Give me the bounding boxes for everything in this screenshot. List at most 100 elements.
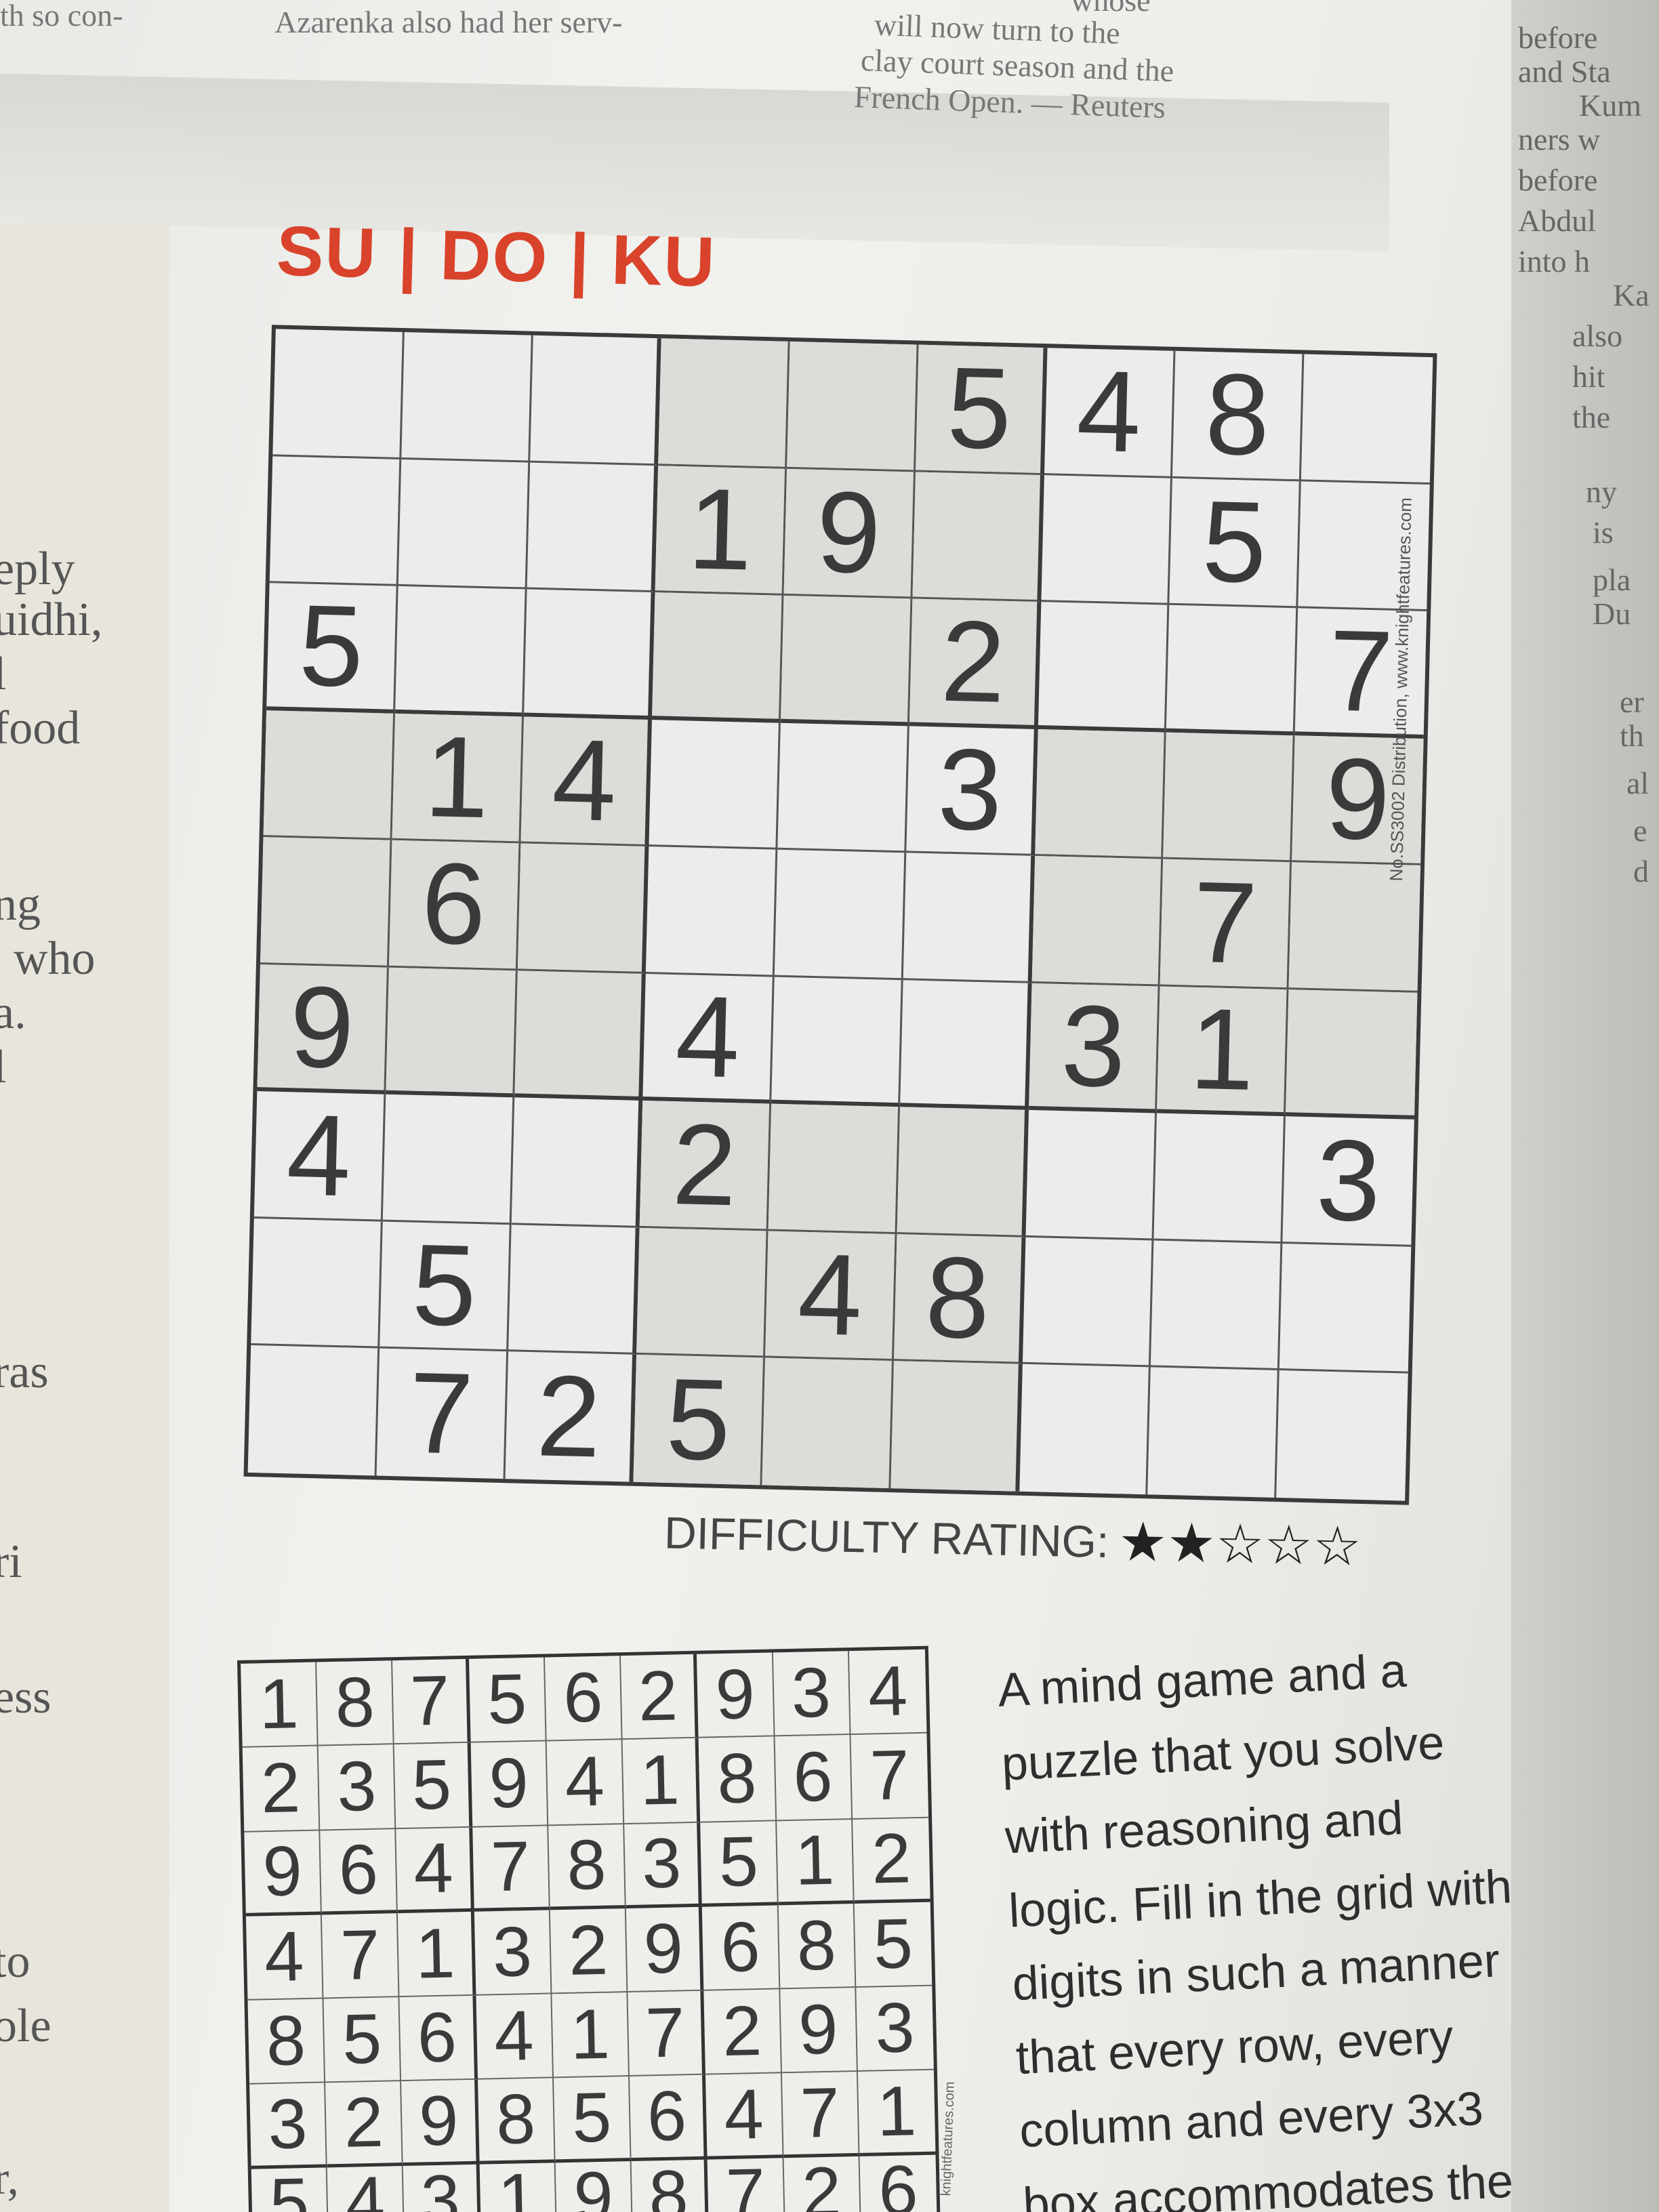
right-fragment: pla: [1593, 562, 1631, 597]
right-fragment: Abdul: [1518, 203, 1596, 238]
given-cell: 1: [392, 712, 524, 844]
previous-solution: 1875629342359418679647835124713296858564…: [237, 1645, 941, 2212]
empty-cell: [912, 472, 1044, 602]
solution-cell: 4: [546, 1740, 625, 1826]
empty-cell: [787, 341, 919, 472]
given-cell: 2: [505, 1352, 637, 1482]
solution-cell: 9: [470, 1741, 549, 1828]
given-cell: 4: [253, 1090, 386, 1222]
empty-cell: [1022, 1237, 1154, 1368]
solution-cell: 8: [247, 1999, 326, 2085]
given-cell: 2: [639, 1100, 772, 1231]
solution-cell: 6: [702, 1905, 780, 1991]
empty-cell: [1019, 1364, 1151, 1495]
solution-cell: 2: [783, 2156, 861, 2212]
empty-cell: [272, 329, 405, 459]
empty-cell: [771, 977, 903, 1107]
left-fragment: food: [0, 702, 81, 754]
solution-cell: 1: [552, 1992, 630, 2078]
empty-cell: [263, 710, 395, 841]
left-fragment: who: [14, 933, 96, 985]
solution-cell: 1: [776, 1819, 855, 1906]
solution-cell: 5: [394, 1743, 472, 1829]
empty-cell: [897, 1107, 1029, 1237]
solution-cell: 2: [550, 1908, 628, 1994]
right-fragment: al: [1626, 766, 1650, 800]
given-cell: 5: [633, 1355, 766, 1485]
empty-cell: [514, 970, 647, 1101]
solution-cell: 9: [779, 1988, 858, 2074]
right-fragment: is: [1593, 515, 1614, 550]
right-fragment: th: [1620, 718, 1644, 753]
solution-cell: 4: [327, 2165, 405, 2212]
given-cell: 5: [266, 581, 398, 714]
right-fragment: ny: [1586, 474, 1617, 509]
solution-cell: 8: [778, 1903, 857, 1990]
empty-cell: [1041, 474, 1173, 605]
solution-cell: 3: [773, 1651, 851, 1737]
solution-cell: 2: [325, 2081, 404, 2168]
left-fragment: eply: [0, 543, 75, 595]
solution-cell: 5: [854, 1902, 933, 1988]
solution-cell: 7: [781, 2072, 860, 2158]
empty-cell: [1279, 1243, 1412, 1374]
empty-cell: [508, 1225, 640, 1355]
solution-credit: knightfeatures.com: [939, 2081, 958, 2196]
empty-cell: [401, 332, 533, 463]
empty-cell: [649, 719, 781, 850]
right-fragment: and Sta: [1518, 54, 1611, 89]
solution-cell: 3: [474, 1910, 552, 1996]
right-fragment: Ka: [1613, 278, 1650, 312]
given-cell: 4: [765, 1230, 897, 1361]
empty-cell: [1147, 1367, 1279, 1498]
empty-cell: [1034, 729, 1167, 859]
solution-cell: 4: [245, 1914, 324, 2001]
sudoku-puzzle: 5481955271439679431423548725: [243, 325, 1437, 1505]
solution-cell: 6: [859, 2154, 938, 2212]
solution-cell: 3: [249, 2083, 327, 2169]
given-cell: 5: [379, 1221, 512, 1352]
solution-cell: 2: [852, 1818, 930, 1904]
solution-cell: 3: [403, 2164, 481, 2212]
solution-cell: 6: [399, 1995, 478, 2082]
empty-cell: [646, 846, 778, 977]
solution-cell: 9: [401, 2080, 480, 2166]
right-fragment: before: [1518, 20, 1598, 55]
empty-cell: [781, 595, 913, 726]
given-cell: 1: [655, 464, 787, 596]
empty-cell: [1276, 1370, 1408, 1500]
given-cell: 9: [783, 468, 916, 599]
empty-cell: [260, 837, 392, 968]
empty-star-icon: ☆: [1214, 1513, 1265, 1575]
empty-cell: [1031, 856, 1164, 987]
left-fragment: l: [0, 651, 6, 698]
empty-cell: [517, 843, 649, 974]
empty-cell: [1025, 1110, 1158, 1241]
empty-cell: [762, 1357, 894, 1489]
solution-cell: 4: [705, 2073, 784, 2160]
solution-cell: 1: [398, 1911, 476, 1998]
difficulty-label: DIFFICULTY RATING:: [663, 1507, 1110, 1567]
solution-cell: 1: [241, 1662, 319, 1748]
empty-cell: [1301, 354, 1433, 485]
solution-cell: 5: [553, 2076, 632, 2163]
empty-cell: [899, 980, 1032, 1111]
solution-cell: 7: [472, 1826, 550, 1912]
solution-cell: 1: [857, 2070, 936, 2156]
right-fragment: hit: [1572, 359, 1605, 394]
top-snippet-1: th so con-: [0, 0, 123, 33]
given-cell: 5: [1169, 477, 1302, 609]
solution-cell: 1: [479, 2163, 558, 2212]
given-cell: 8: [893, 1233, 1026, 1365]
given-cell: 3: [906, 724, 1038, 857]
empty-cell: [652, 592, 784, 723]
empty-cell: [527, 462, 659, 593]
solution-cell: 8: [548, 1824, 626, 1910]
empty-cell: [386, 967, 518, 1098]
solution-cell: 6: [544, 1656, 623, 1742]
left-fragment: ras: [0, 1346, 49, 1398]
solution-cell: 4: [476, 1994, 554, 2081]
left-fragment: ess: [0, 1671, 52, 1723]
empty-cell: [1166, 605, 1298, 735]
solution-cell: 6: [630, 2075, 708, 2161]
